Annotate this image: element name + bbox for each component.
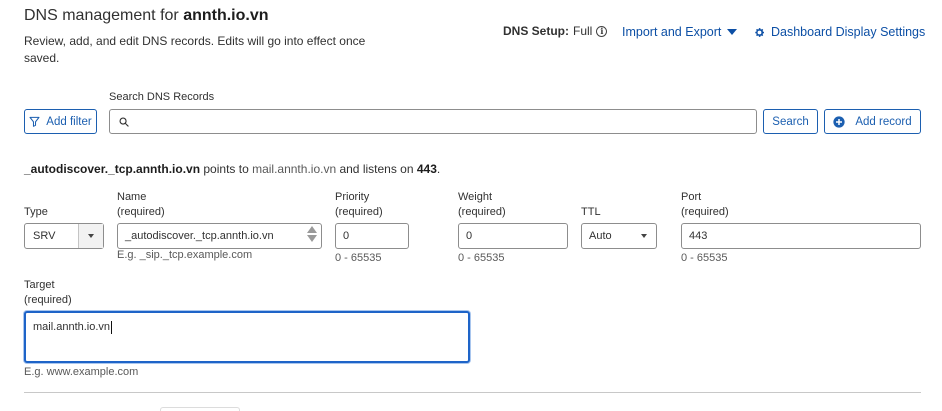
domain-name: annth.io.vn: [183, 7, 269, 24]
weight-label: Weight: [458, 191, 493, 203]
dns-setup-status: DNS Setup: Full i: [503, 24, 608, 38]
name-hint: E.g. _sip._tcp.example.com: [117, 249, 253, 261]
priority-required: (required): [335, 206, 383, 218]
summary-record-name: _autodiscover._tcp.annth.io.vn: [24, 162, 201, 176]
summary-target: mail.annth.io.vn: [252, 162, 337, 176]
chevron-down-icon: [88, 234, 94, 238]
section-divider: [24, 392, 921, 393]
search-input[interactable]: [109, 109, 757, 134]
ttl-value: Auto: [589, 230, 612, 242]
priority-hint: 0 - 65535: [335, 252, 382, 264]
target-hint: E.g. www.example.com: [24, 366, 139, 378]
spinner-up-icon[interactable]: [307, 226, 317, 233]
page-subtitle: Review, add, and edit DNS records. Edits…: [24, 34, 366, 65]
dashboard-settings-label: Dashboard Display Settings: [771, 25, 926, 39]
name-required: (required): [117, 206, 165, 218]
name-value: _autodiscover._tcp.annth.io.vn: [125, 230, 274, 242]
dns-setup-label: DNS Setup:: [503, 24, 569, 38]
import-export-label: Import and Export: [622, 25, 722, 39]
add-filter-label: Add filter: [46, 115, 92, 128]
summary-listens-on: and listens on: [336, 162, 417, 176]
type-dropdown-toggle[interactable]: [78, 224, 103, 248]
name-input[interactable]: _autodiscover._tcp.annth.io.vn: [117, 223, 322, 249]
port-value: 443: [689, 230, 708, 242]
gear-icon: [755, 27, 764, 37]
ttl-select[interactable]: Auto: [581, 223, 657, 249]
search-label: Search DNS Records: [109, 91, 215, 103]
summary-end: .: [436, 162, 441, 176]
page-title-prefix: DNS management for: [24, 7, 184, 24]
filter-icon: [29, 116, 40, 127]
search-icon: [119, 117, 129, 127]
type-select[interactable]: SRV: [24, 223, 104, 249]
page-title: DNS management for annth.io.vn: [24, 7, 269, 25]
search-button-label: Search: [772, 115, 809, 128]
port-label: Port: [681, 191, 702, 203]
add-record-label: Add record: [855, 115, 912, 128]
dashboard-display-settings-link[interactable]: Dashboard Display Settings: [754, 25, 925, 39]
weight-required: (required): [458, 206, 506, 218]
weight-input[interactable]: 0: [458, 223, 568, 249]
info-icon[interactable]: i: [596, 25, 608, 37]
target-input[interactable]: mail.annth.io.vn: [24, 311, 470, 363]
text-cursor: [111, 321, 113, 334]
name-spinner[interactable]: [307, 226, 317, 242]
priority-label: Priority: [335, 191, 370, 203]
priority-value: 0: [343, 230, 350, 242]
type-value: SRV: [33, 230, 56, 242]
add-record-button[interactable]: Add record: [824, 109, 921, 134]
ttl-label: TTL: [581, 206, 601, 218]
import-export-menu[interactable]: Import and Export: [622, 25, 738, 39]
weight-value: 0: [466, 230, 473, 242]
port-hint: 0 - 65535: [681, 252, 728, 264]
plus-circle-icon: [833, 115, 845, 128]
search-button[interactable]: Search: [763, 109, 818, 134]
priority-input[interactable]: 0: [335, 223, 409, 249]
dns-setup-value: Full: [573, 24, 593, 38]
type-label: Type: [24, 206, 48, 218]
caret-down-icon: [727, 29, 738, 35]
spinner-down-icon[interactable]: [307, 235, 317, 242]
port-input[interactable]: 443: [681, 223, 921, 249]
chevron-down-icon: [641, 234, 647, 238]
target-value: mail.annth.io.vn: [33, 321, 111, 333]
target-required: (required): [24, 294, 72, 306]
name-label: Name: [117, 191, 147, 203]
add-filter-button[interactable]: Add filter: [24, 109, 97, 134]
partial-button-edge: [160, 407, 240, 411]
weight-hint: 0 - 65535: [458, 252, 505, 264]
summary-points-to: points to: [200, 162, 253, 176]
summary-port: 443: [416, 162, 437, 176]
record-summary: _autodiscover._tcp.annth.io.vn points to…: [24, 162, 440, 176]
target-label: Target: [24, 279, 55, 291]
port-required: (required): [681, 206, 729, 218]
